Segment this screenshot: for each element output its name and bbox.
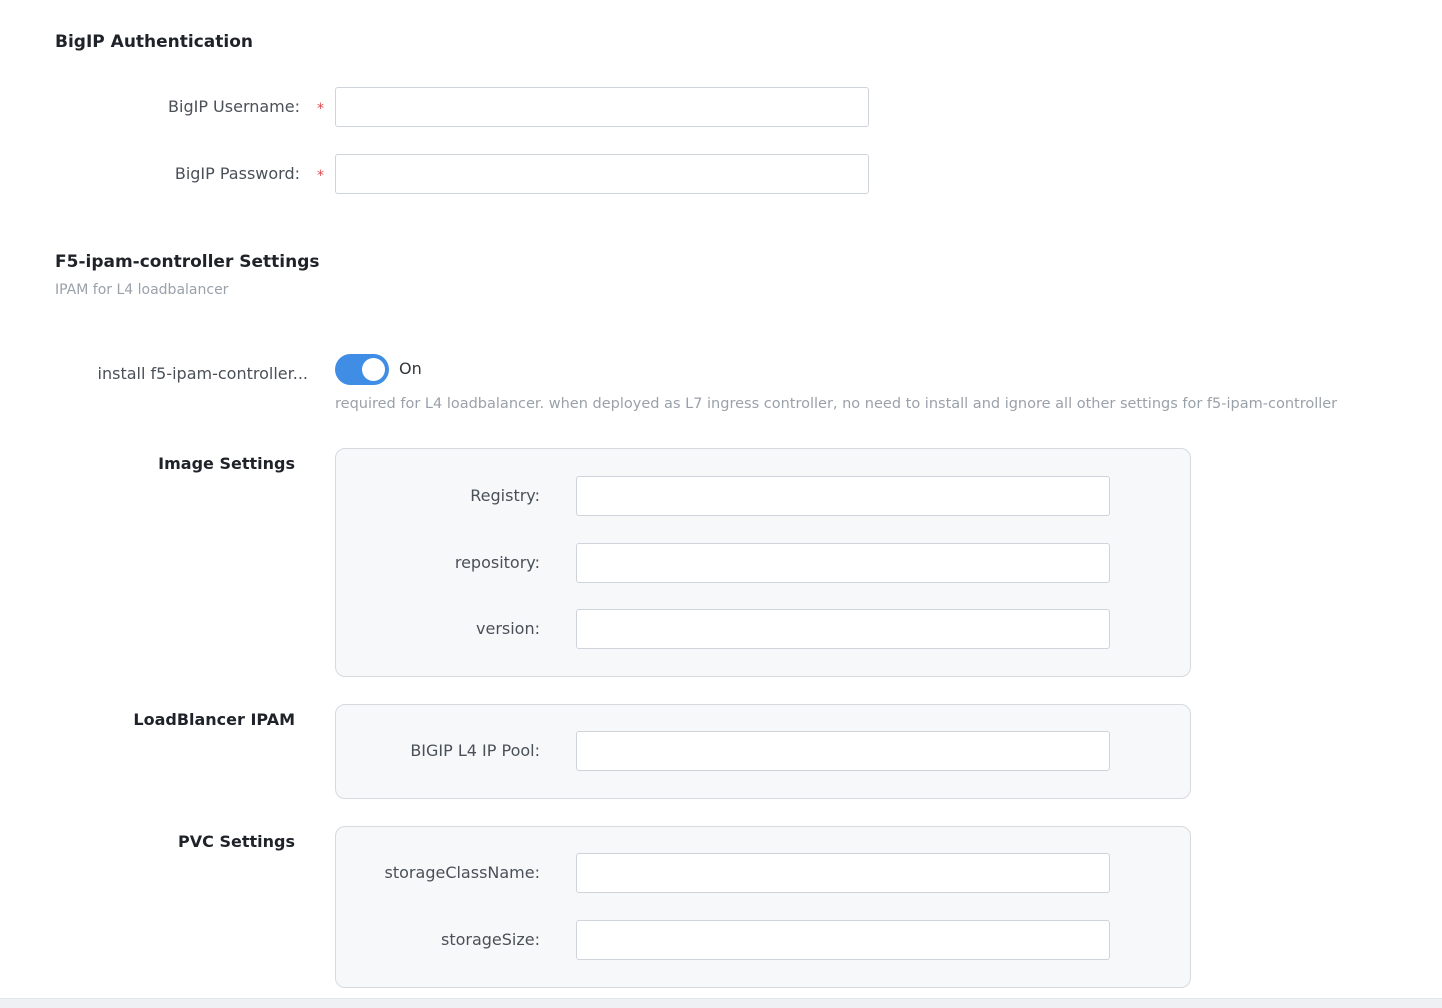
bigip-password-label: BigIP Password: [174, 164, 300, 183]
bottom-bar [0, 998, 1442, 1008]
version-label: version: [476, 619, 540, 638]
section-title-bigip-auth: BigIP Authentication [55, 32, 254, 52]
storage-class-label: storageClassName: [384, 863, 540, 882]
bigip-username-input[interactable] [335, 87, 869, 127]
pvc-settings-title: PVC Settings [178, 832, 295, 851]
lb-ipam-title: LoadBlancer IPAM [133, 710, 295, 729]
bigip-username-label: BigIP Username: [168, 97, 300, 116]
version-input[interactable] [576, 609, 1110, 649]
repository-input[interactable] [576, 543, 1110, 583]
install-ipam-label: install f5-ipam-controller... [97, 364, 308, 383]
install-ipam-toggle[interactable] [335, 354, 389, 385]
storage-size-label: storageSize: [440, 930, 540, 949]
required-asterisk: * [317, 101, 324, 117]
ip-pool-input[interactable] [576, 731, 1110, 771]
storage-class-input[interactable] [576, 853, 1110, 893]
image-settings-title: Image Settings [158, 454, 295, 473]
required-asterisk: * [317, 168, 324, 184]
ip-pool-label: BIGIP L4 IP Pool: [410, 741, 540, 760]
registry-input[interactable] [576, 476, 1110, 516]
bigip-password-input[interactable] [335, 154, 869, 194]
registry-label: Registry: [470, 486, 540, 505]
pvc-settings-panel [335, 826, 1191, 988]
section-title-ipam-settings: F5-ipam-controller Settings [55, 252, 320, 272]
toggle-knob [362, 358, 385, 381]
install-ipam-state: On [399, 359, 422, 378]
install-ipam-hint: required for L4 loadbalancer. when deplo… [335, 396, 1338, 412]
repository-label: repository: [454, 553, 540, 572]
storage-size-input[interactable] [576, 920, 1110, 960]
section-subtitle-ipam: IPAM for L4 loadbalancer [55, 282, 229, 298]
